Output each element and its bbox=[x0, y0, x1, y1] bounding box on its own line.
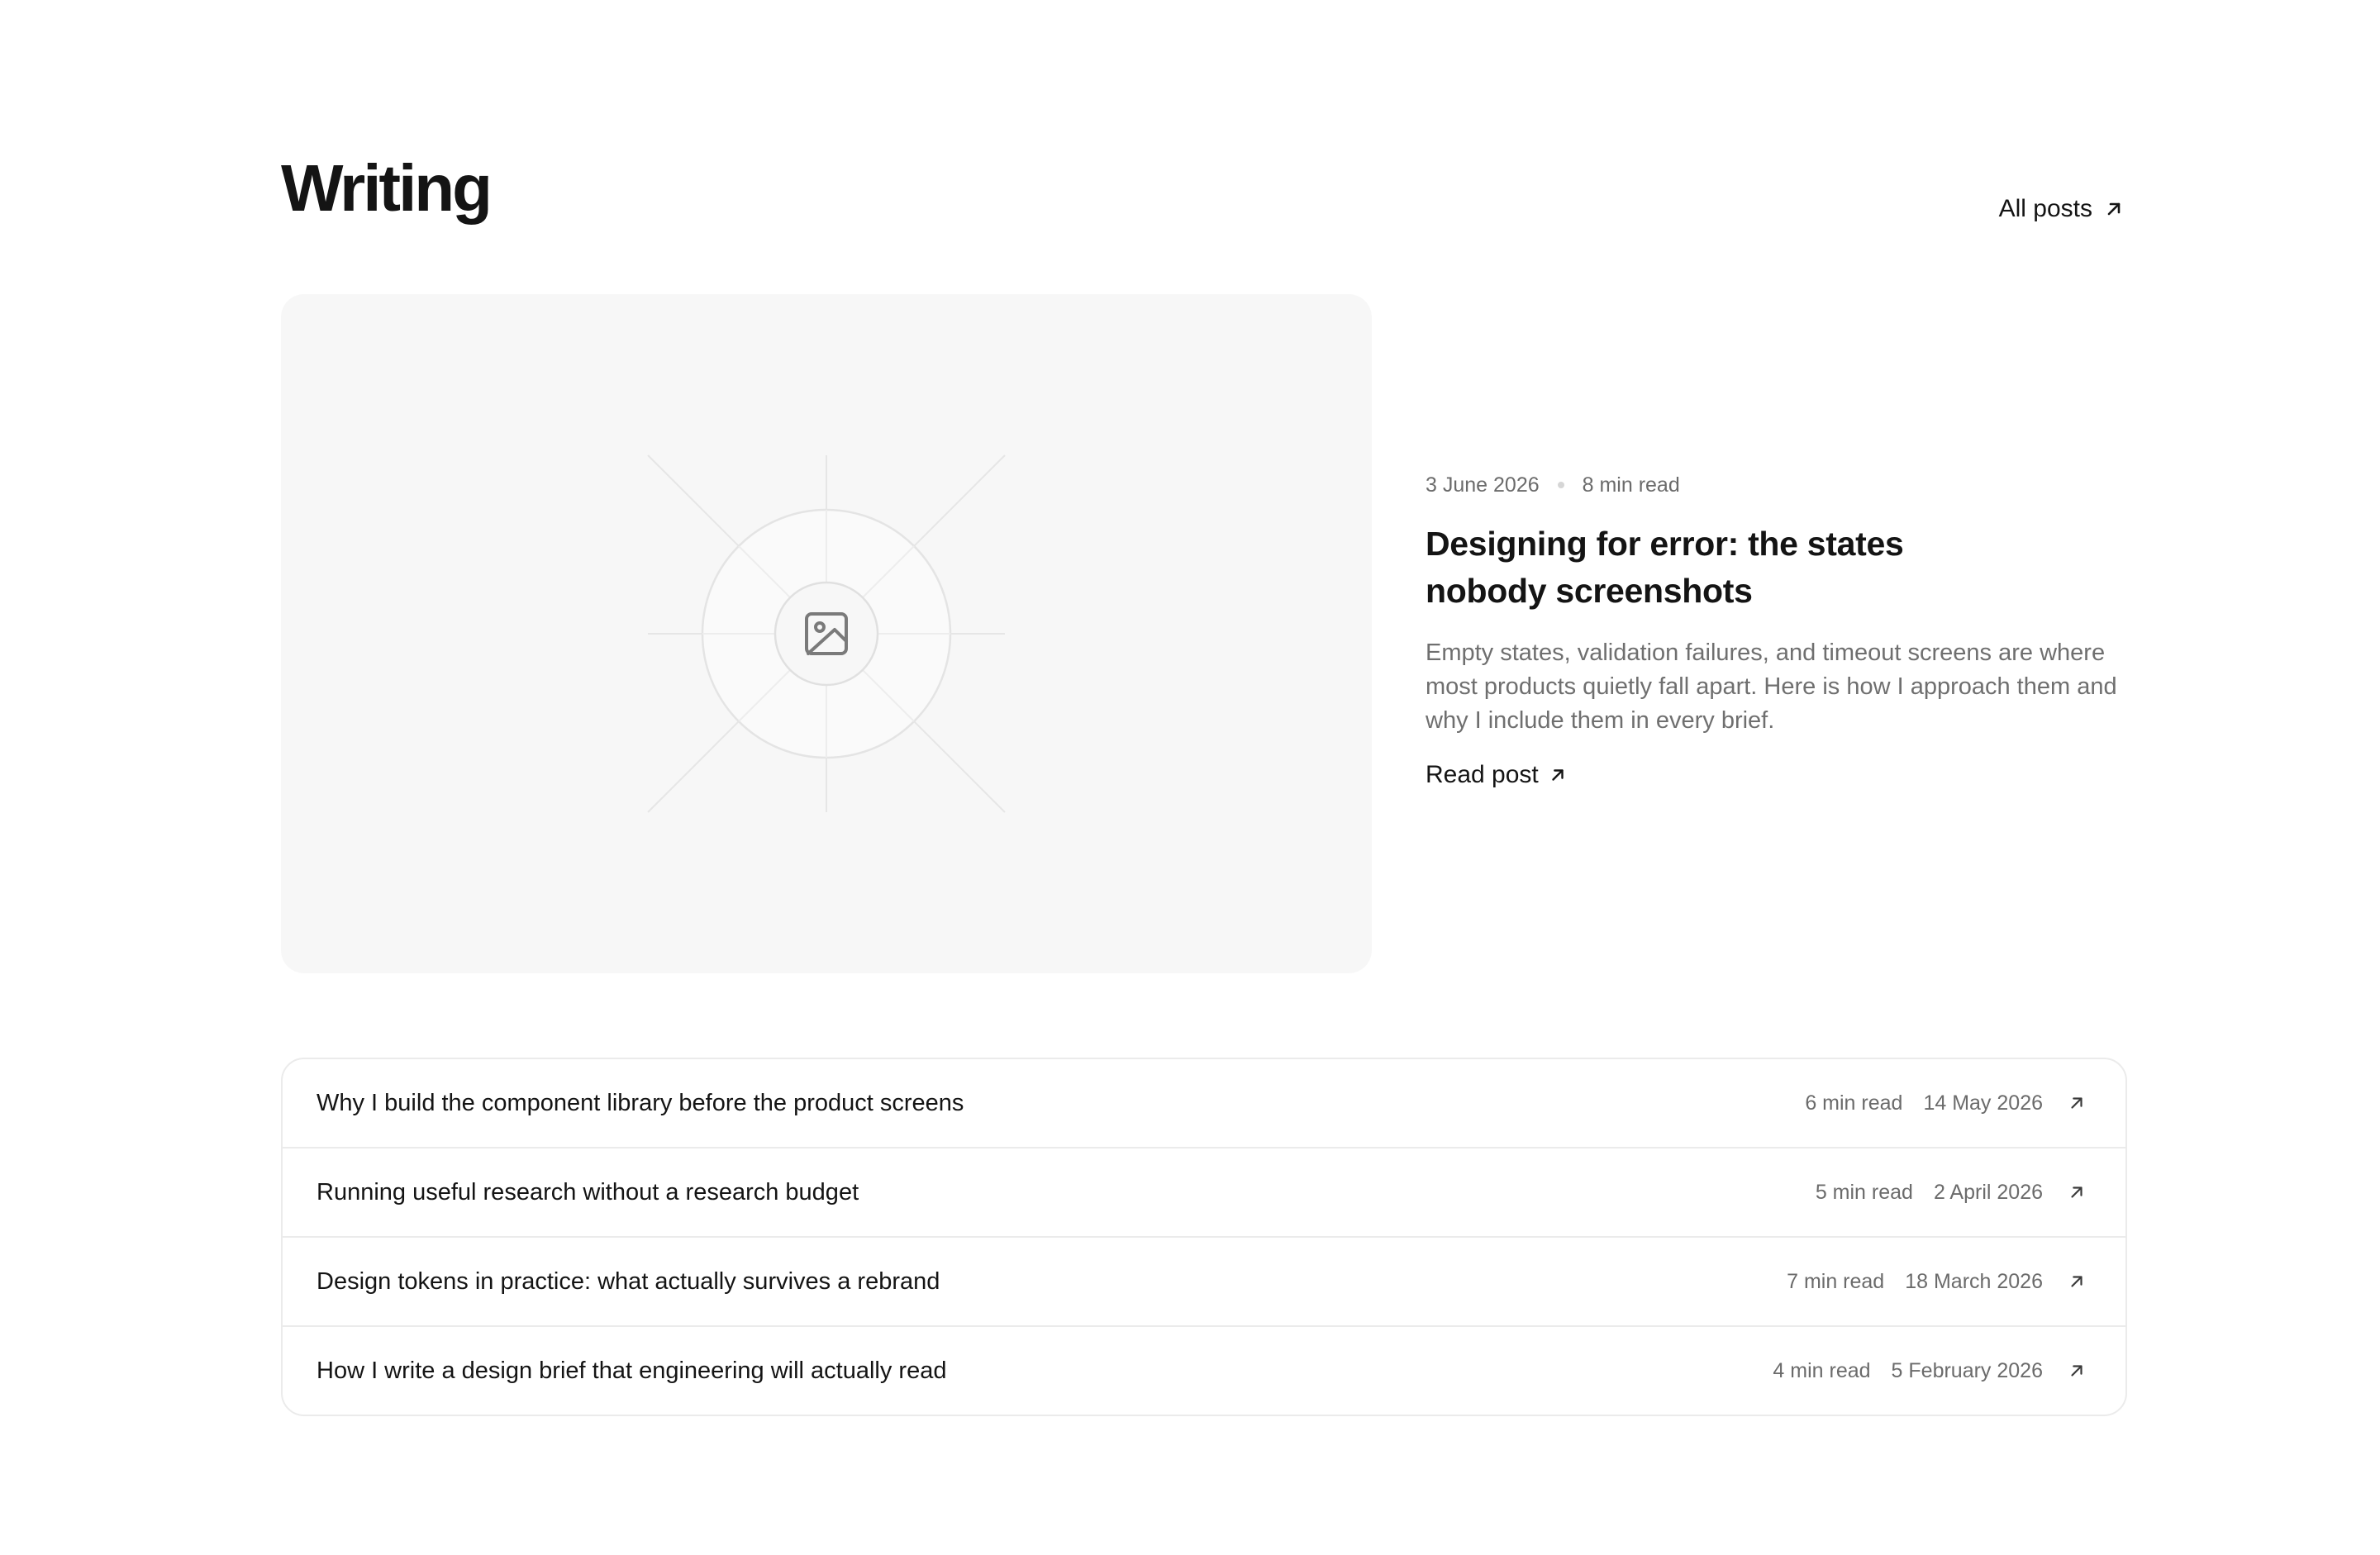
post-title: How I write a design brief that engineer… bbox=[317, 1357, 947, 1384]
arrow-up-right-icon bbox=[2068, 1183, 2086, 1201]
post-meta: 7 min read 18 March 2026 bbox=[1787, 1270, 2086, 1294]
arrow-up-right-icon bbox=[2068, 1272, 2086, 1291]
post-read-time: 6 min read bbox=[1805, 1091, 1903, 1115]
post-date: 5 February 2026 bbox=[1891, 1358, 2043, 1382]
all-posts-link[interactable]: All posts bbox=[1999, 195, 2124, 223]
post-title: Why I build the component library before… bbox=[317, 1089, 964, 1116]
section-title: Writing bbox=[281, 151, 493, 225]
read-post-label: Read post bbox=[1426, 761, 1539, 788]
featured-meta: 3 June 2026 8 min read bbox=[1426, 471, 2128, 499]
section-header: Writing All posts bbox=[281, 149, 2125, 240]
list-item[interactable]: Running useful research without a resear… bbox=[283, 1147, 2125, 1236]
post-date: 2 April 2026 bbox=[1933, 1180, 2043, 1204]
writing-section: Writing All posts 3 June 2026 8 min read… bbox=[281, 149, 2127, 1416]
featured-excerpt: Empty states, validation failures, and t… bbox=[1426, 640, 2117, 734]
post-title: Design tokens in practice: what actually… bbox=[317, 1267, 940, 1295]
read-post-link[interactable]: Read post bbox=[1426, 761, 1567, 789]
placeholder-graphic bbox=[647, 454, 1006, 813]
arrow-up-right-icon bbox=[1549, 766, 1567, 784]
meta-separator-dot bbox=[1557, 482, 1564, 488]
list-item[interactable]: Design tokens in practice: what actually… bbox=[283, 1236, 2125, 1325]
featured-date: 3 June 2026 bbox=[1426, 473, 1540, 497]
post-date: 14 May 2026 bbox=[1923, 1091, 2043, 1115]
arrow-up-right-icon bbox=[2068, 1362, 2086, 1380]
list-item[interactable]: How I write a design brief that engineer… bbox=[283, 1325, 2125, 1415]
post-meta: 5 min read 2 April 2026 bbox=[1816, 1181, 2086, 1205]
featured-read-time: 8 min read bbox=[1582, 473, 1680, 497]
arrow-up-right-icon bbox=[2068, 1094, 2086, 1112]
post-list: Why I build the component library before… bbox=[281, 1058, 2127, 1416]
featured-image-placeholder[interactable] bbox=[281, 294, 1372, 973]
post-read-time: 7 min read bbox=[1787, 1269, 1885, 1293]
list-item[interactable]: Why I build the component library before… bbox=[283, 1059, 2125, 1147]
featured-title[interactable]: Designing for error: the states nobody s… bbox=[1426, 521, 1938, 615]
post-date: 18 March 2026 bbox=[1905, 1269, 2043, 1293]
post-read-time: 4 min read bbox=[1773, 1358, 1871, 1382]
post-read-time: 5 min read bbox=[1815, 1180, 1913, 1204]
featured-post: 3 June 2026 8 min read Designing for err… bbox=[281, 294, 2125, 975]
post-meta: 4 min read 5 February 2026 bbox=[1773, 1359, 2086, 1383]
post-title: Running useful research without a resear… bbox=[317, 1178, 859, 1205]
all-posts-label: All posts bbox=[1998, 195, 2092, 222]
arrow-up-right-icon bbox=[2104, 199, 2124, 219]
post-meta: 6 min read 14 May 2026 bbox=[1805, 1091, 2086, 1115]
featured-post-info: 3 June 2026 8 min read Designing for err… bbox=[1426, 471, 2128, 789]
